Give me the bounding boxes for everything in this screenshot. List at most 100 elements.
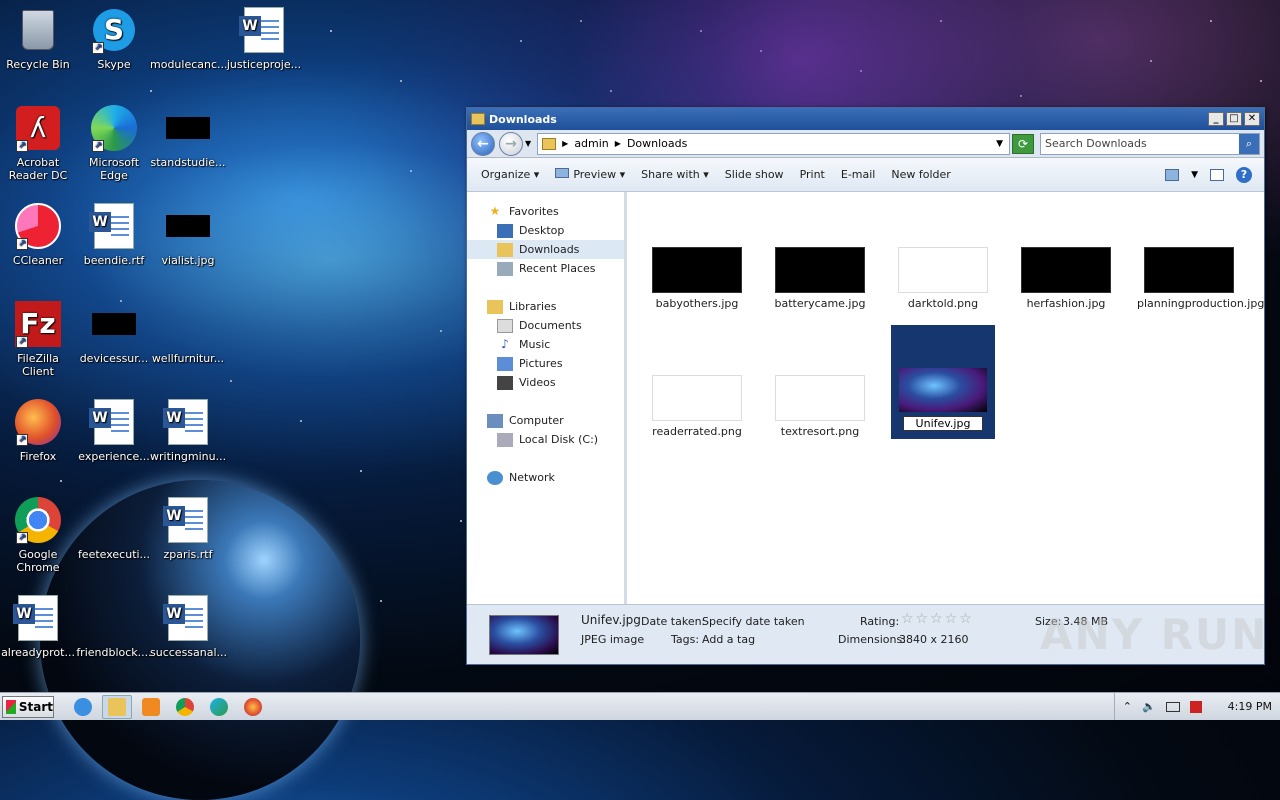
- file-thumbnail: [898, 367, 988, 413]
- desktop-icon-3[interactable]: modulecanc...: [150, 6, 228, 71]
- title-bar[interactable]: Downloads _ □ ✕: [467, 108, 1264, 130]
- file-item[interactable]: readerrated.png: [645, 375, 749, 438]
- nav-favorites[interactable]: ★ Favorites: [467, 202, 624, 221]
- desktop-icon-6[interactable]: ↗ Microsoft Edge: [76, 104, 152, 182]
- file-item[interactable]: herfashion.jpg: [1014, 247, 1118, 310]
- print-button[interactable]: Print: [792, 163, 833, 187]
- desktop-icon-11[interactable]: Fz ↗ FileZilla Client: [0, 300, 76, 378]
- view-icon[interactable]: [1165, 168, 1180, 181]
- clock[interactable]: 4:19 PM: [1212, 700, 1272, 713]
- email-button[interactable]: E-mail: [833, 163, 884, 187]
- selected-file-thumbnail: [489, 614, 559, 655]
- word-doc-icon: [89, 202, 138, 250]
- desktop-icon-15[interactable]: experience...: [76, 398, 152, 463]
- file-item[interactable]: darktold.png: [891, 247, 995, 310]
- nav-network[interactable]: Network: [467, 468, 624, 487]
- desktop-icon-2[interactable]: S ↗ Skype: [76, 6, 152, 71]
- skype-icon: S ↗: [90, 6, 138, 54]
- view-dropdown-icon[interactable]: ▼: [1191, 170, 1198, 180]
- search-input[interactable]: Search Downloads: [1045, 137, 1239, 150]
- taskbar-ie[interactable]: [68, 695, 98, 719]
- detail-tags-value[interactable]: Add a tag: [702, 633, 755, 646]
- shortcut-arrow-icon: ↗: [16, 140, 28, 152]
- desktop-icon-21[interactable]: friendblock....: [76, 594, 152, 659]
- address-bar[interactable]: ▶ admin ▶ Downloads ▼: [537, 132, 1010, 155]
- nav-computer[interactable]: Computer: [467, 411, 624, 430]
- nav-desktop[interactable]: Desktop: [467, 221, 624, 240]
- minimize-button[interactable]: _: [1208, 112, 1224, 126]
- taskbar-edge[interactable]: [204, 695, 234, 719]
- nav-downloads[interactable]: Downloads: [467, 240, 624, 259]
- desktop-icon-10[interactable]: vialist.jpg: [150, 202, 226, 267]
- desktop-icon-9[interactable]: beendie.rtf: [76, 202, 152, 267]
- refresh-button[interactable]: ⟳: [1012, 133, 1034, 154]
- star-decoration: [300, 420, 302, 422]
- security-flag-icon[interactable]: [1189, 700, 1202, 713]
- detail-date-label: Date taken:: [641, 615, 706, 628]
- network-tray-icon[interactable]: [1165, 701, 1180, 712]
- desktop-icon-7[interactable]: standstudie...: [150, 104, 226, 169]
- black-image-icon: [164, 202, 212, 250]
- tray-expand-icon[interactable]: ⌃: [1123, 700, 1132, 713]
- nav-videos[interactable]: Videos: [467, 373, 624, 392]
- maximize-button[interactable]: □: [1226, 112, 1242, 126]
- media-player-icon: [142, 697, 160, 716]
- file-name: darktold.png: [907, 297, 979, 310]
- star-decoration: [1150, 60, 1152, 62]
- desktop-icon-18[interactable]: feetexecuti...: [76, 496, 152, 561]
- breadcrumb-downloads[interactable]: Downloads: [627, 137, 687, 150]
- desktop-icon-22[interactable]: successanal...: [150, 594, 228, 659]
- start-button[interactable]: Start: [2, 695, 54, 718]
- search-icon[interactable]: ⌕: [1239, 133, 1259, 154]
- address-dropdown-icon[interactable]: ▼: [996, 139, 1003, 149]
- nav-libraries[interactable]: Libraries: [467, 297, 624, 316]
- computer-icon: [487, 413, 503, 428]
- desktop-icon-16[interactable]: writingminu...: [150, 398, 226, 463]
- desktop-icon-8[interactable]: ↗ CCleaner: [0, 202, 76, 267]
- forward-button[interactable]: →: [499, 131, 523, 156]
- new-folder-button[interactable]: New folder: [883, 163, 958, 187]
- nav-pictures[interactable]: Pictures: [467, 354, 624, 373]
- share-with-button[interactable]: Share with ▾: [633, 163, 717, 187]
- desktop-icon-1[interactable]: Recycle Bin: [0, 6, 76, 71]
- file-item[interactable]: babyothers.jpg: [645, 247, 749, 310]
- desktop-icon-13[interactable]: wellfurnitur...: [150, 300, 226, 365]
- desktop-icon-label: successanal...: [150, 646, 228, 659]
- desktop-icon-20[interactable]: alreadyprot...: [0, 594, 76, 659]
- desktop-icon-14[interactable]: ↗ Firefox: [0, 398, 76, 463]
- preview-button[interactable]: Preview ▾: [547, 163, 633, 187]
- taskbar-firefox[interactable]: [238, 695, 268, 719]
- recent-pages-chevron-icon[interactable]: ▼: [525, 139, 531, 148]
- volume-icon[interactable]: 🔈: [1142, 700, 1156, 713]
- desktop-icon-4[interactable]: justiceproje...: [226, 6, 302, 71]
- nav-recent-places[interactable]: Recent Places: [467, 259, 624, 278]
- slide-show-button[interactable]: Slide show: [717, 163, 792, 187]
- help-icon[interactable]: ?: [1236, 166, 1252, 183]
- taskbar-media-player[interactable]: [136, 695, 166, 719]
- nav-music[interactable]: ♪ Music: [467, 335, 624, 354]
- nav-local-disk[interactable]: Local Disk (C:): [467, 430, 624, 449]
- desktop-icon-17[interactable]: ↗ Google Chrome: [0, 496, 76, 574]
- breadcrumb-admin[interactable]: admin: [574, 137, 608, 150]
- chevron-right-icon[interactable]: ▶: [615, 139, 621, 148]
- detail-date-value[interactable]: Specify date taken: [702, 615, 805, 628]
- preview-pane-icon[interactable]: [1210, 168, 1224, 181]
- file-item[interactable]: Unifev.jpg: [891, 325, 995, 439]
- nav-documents[interactable]: Documents: [467, 316, 624, 335]
- taskbar-chrome[interactable]: [170, 695, 200, 719]
- search-box[interactable]: Search Downloads ⌕: [1040, 132, 1260, 155]
- back-button[interactable]: ←: [471, 131, 495, 156]
- taskbar-explorer[interactable]: [102, 694, 132, 719]
- rating-stars[interactable]: ☆☆☆☆☆: [901, 611, 974, 627]
- organize-button[interactable]: Organize ▾: [473, 163, 547, 187]
- close-button[interactable]: ✕: [1244, 112, 1260, 126]
- star-decoration: [440, 330, 442, 332]
- chevron-down-icon[interactable]: ▶: [562, 139, 568, 148]
- file-item[interactable]: batterycame.jpg: [768, 247, 872, 310]
- desktop-icon-5[interactable]: ʎ ↗ Acrobat Reader DC: [0, 104, 76, 182]
- file-item[interactable]: textresort.png: [768, 375, 872, 438]
- star-decoration: [460, 520, 462, 522]
- desktop-icon-12[interactable]: devicessur...: [76, 300, 152, 365]
- desktop-icon-19[interactable]: zparis.rtf: [150, 496, 226, 561]
- file-item[interactable]: planningproduction.jpg: [1137, 247, 1264, 310]
